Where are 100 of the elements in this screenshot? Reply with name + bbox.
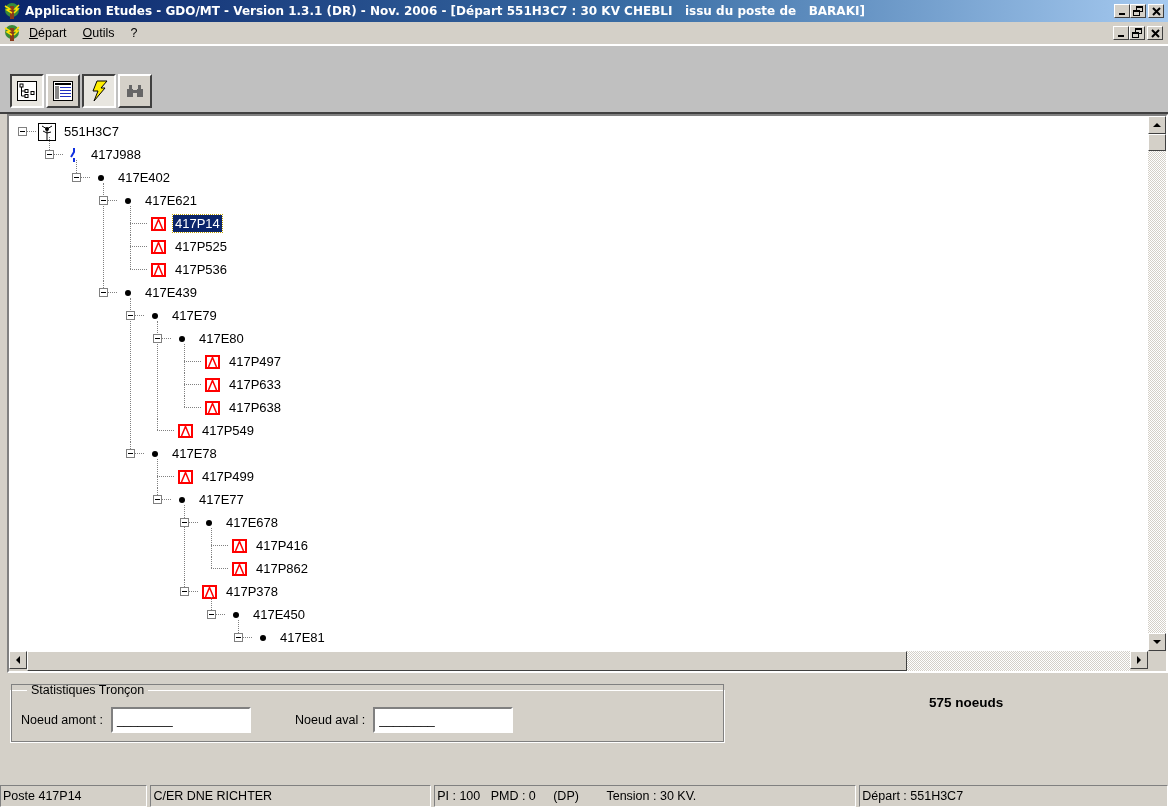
up-arrow-icon (1153, 123, 1161, 127)
status-field: PI : 100 PMD : 0 (DP) Tension : 30 KV. (434, 785, 857, 807)
restore-icon (1133, 6, 1143, 16)
transformer-post-icon (177, 423, 193, 438)
transformer-post-icon (231, 538, 247, 553)
collapse-toggle[interactable] (99, 196, 108, 205)
tree-item[interactable]: 417P378 (224, 583, 281, 600)
scroll-up-button[interactable] (1148, 116, 1166, 134)
transformer-post-icon (204, 377, 220, 392)
minus-icon (182, 520, 187, 525)
minus-icon (74, 175, 79, 180)
status-field: Départ : 551H3C7 (859, 785, 1168, 807)
collapse-toggle[interactable] (126, 449, 135, 458)
input-field[interactable]: ________ (373, 706, 514, 733)
restore-icon (1132, 28, 1142, 38)
down-arrow-icon (1153, 640, 1161, 644)
menu-item[interactable]: ? (122, 26, 146, 40)
scroll-right-button[interactable] (1130, 651, 1148, 669)
transformer-post-icon (204, 354, 220, 369)
collapse-toggle[interactable] (18, 127, 27, 136)
tree-item[interactable]: 417E678 (224, 514, 281, 531)
toolbar-button[interactable] (82, 74, 116, 108)
scrollbar-thumb[interactable] (27, 651, 907, 671)
window-control-button[interactable] (1129, 26, 1145, 40)
tree-item[interactable]: 417P525 (173, 238, 230, 255)
collapse-toggle[interactable] (153, 495, 162, 504)
minus-icon (20, 129, 25, 134)
collapse-toggle[interactable] (180, 587, 189, 596)
tree-item[interactable]: 417P638 (227, 399, 284, 416)
transformer-post-icon (177, 469, 193, 484)
menu-item[interactable]: Outils (74, 26, 123, 40)
collapse-toggle[interactable] (153, 334, 162, 343)
minus-icon (236, 635, 241, 640)
status-field: Poste 417P14 (0, 785, 148, 807)
collapse-toggle[interactable] (45, 150, 54, 159)
scroll-left-button[interactable] (9, 651, 27, 669)
node-icon (152, 450, 158, 457)
tree-item[interactable]: 417P497 (227, 353, 284, 370)
collapse-toggle[interactable] (234, 633, 243, 642)
transformer-post-icon (150, 239, 166, 254)
node-icon (179, 335, 185, 342)
tree-item[interactable]: 417P536 (173, 261, 230, 278)
lightning-icon (89, 80, 109, 102)
tree-item[interactable]: 417E79 (170, 307, 219, 324)
minus-icon (182, 589, 187, 594)
menu-item[interactable]: Départ (21, 26, 75, 40)
collapse-toggle[interactable] (72, 173, 81, 182)
window-control-button[interactable] (1148, 4, 1164, 18)
node-icon (125, 289, 131, 296)
node-icon (125, 197, 131, 204)
scroll-down-button[interactable] (1148, 633, 1166, 651)
window-control-button[interactable] (1113, 26, 1129, 40)
tree-item[interactable]: 417E80 (197, 330, 246, 347)
tree-item[interactable]: 417P549 (200, 422, 257, 439)
node-count: 575 noeuds (929, 695, 1004, 710)
app-logo-icon (3, 24, 21, 42)
transformer-post-icon (150, 216, 166, 231)
tree-item[interactable]: 417E439 (143, 284, 200, 301)
node-icon (233, 611, 239, 618)
tree-item[interactable]: 417P416 (254, 537, 311, 554)
minus-icon (155, 336, 160, 341)
transformer-post-icon (231, 561, 247, 576)
minus-icon (101, 290, 106, 295)
list-view-icon (53, 81, 73, 101)
collapse-toggle[interactable] (180, 518, 189, 527)
tree-item[interactable]: 417E621 (143, 192, 200, 209)
close-icon (1150, 28, 1160, 38)
input-field[interactable]: ________ (111, 706, 251, 733)
tree-item[interactable]: 417E77 (197, 491, 246, 508)
tree-item[interactable]: 417E402 (116, 169, 173, 186)
collapse-toggle[interactable] (126, 311, 135, 320)
field-label: Noeud amont : (21, 712, 103, 727)
tree-item[interactable]: 417P633 (227, 376, 284, 393)
source-icon (38, 122, 56, 141)
tree-item[interactable]: 551H3C7 (62, 123, 121, 140)
node-icon (98, 174, 104, 181)
window-control-button[interactable] (1114, 4, 1130, 18)
node-icon (206, 519, 212, 526)
tree-item[interactable]: 417E78 (170, 445, 219, 462)
window-control-button[interactable] (1147, 26, 1163, 40)
node-icon (179, 496, 185, 503)
group-title: Statistiques Tronçon (30, 683, 146, 697)
collapse-toggle[interactable] (207, 610, 216, 619)
minus-icon (155, 497, 160, 502)
minus-icon (101, 198, 106, 203)
transformer-post-icon (150, 262, 166, 277)
toolbar-button[interactable] (10, 74, 44, 108)
collapse-toggle[interactable] (99, 288, 108, 297)
tree-item[interactable]: 417P862 (254, 560, 311, 577)
tree-item[interactable]: 417J988 (89, 146, 143, 163)
minus-icon (47, 152, 52, 157)
tree-item[interactable]: 417P499 (200, 468, 257, 485)
tree-item[interactable]: 417E81 (278, 629, 327, 646)
tree-item[interactable]: 417P14 (173, 215, 222, 232)
tree-view-icon (17, 81, 37, 101)
transformer-post-icon (204, 400, 220, 415)
field-label: Noeud aval : (295, 712, 366, 727)
scrollbar-thumb[interactable] (1148, 134, 1166, 151)
window-control-button[interactable] (1130, 4, 1146, 18)
tree-item[interactable]: 417E450 (251, 606, 308, 623)
